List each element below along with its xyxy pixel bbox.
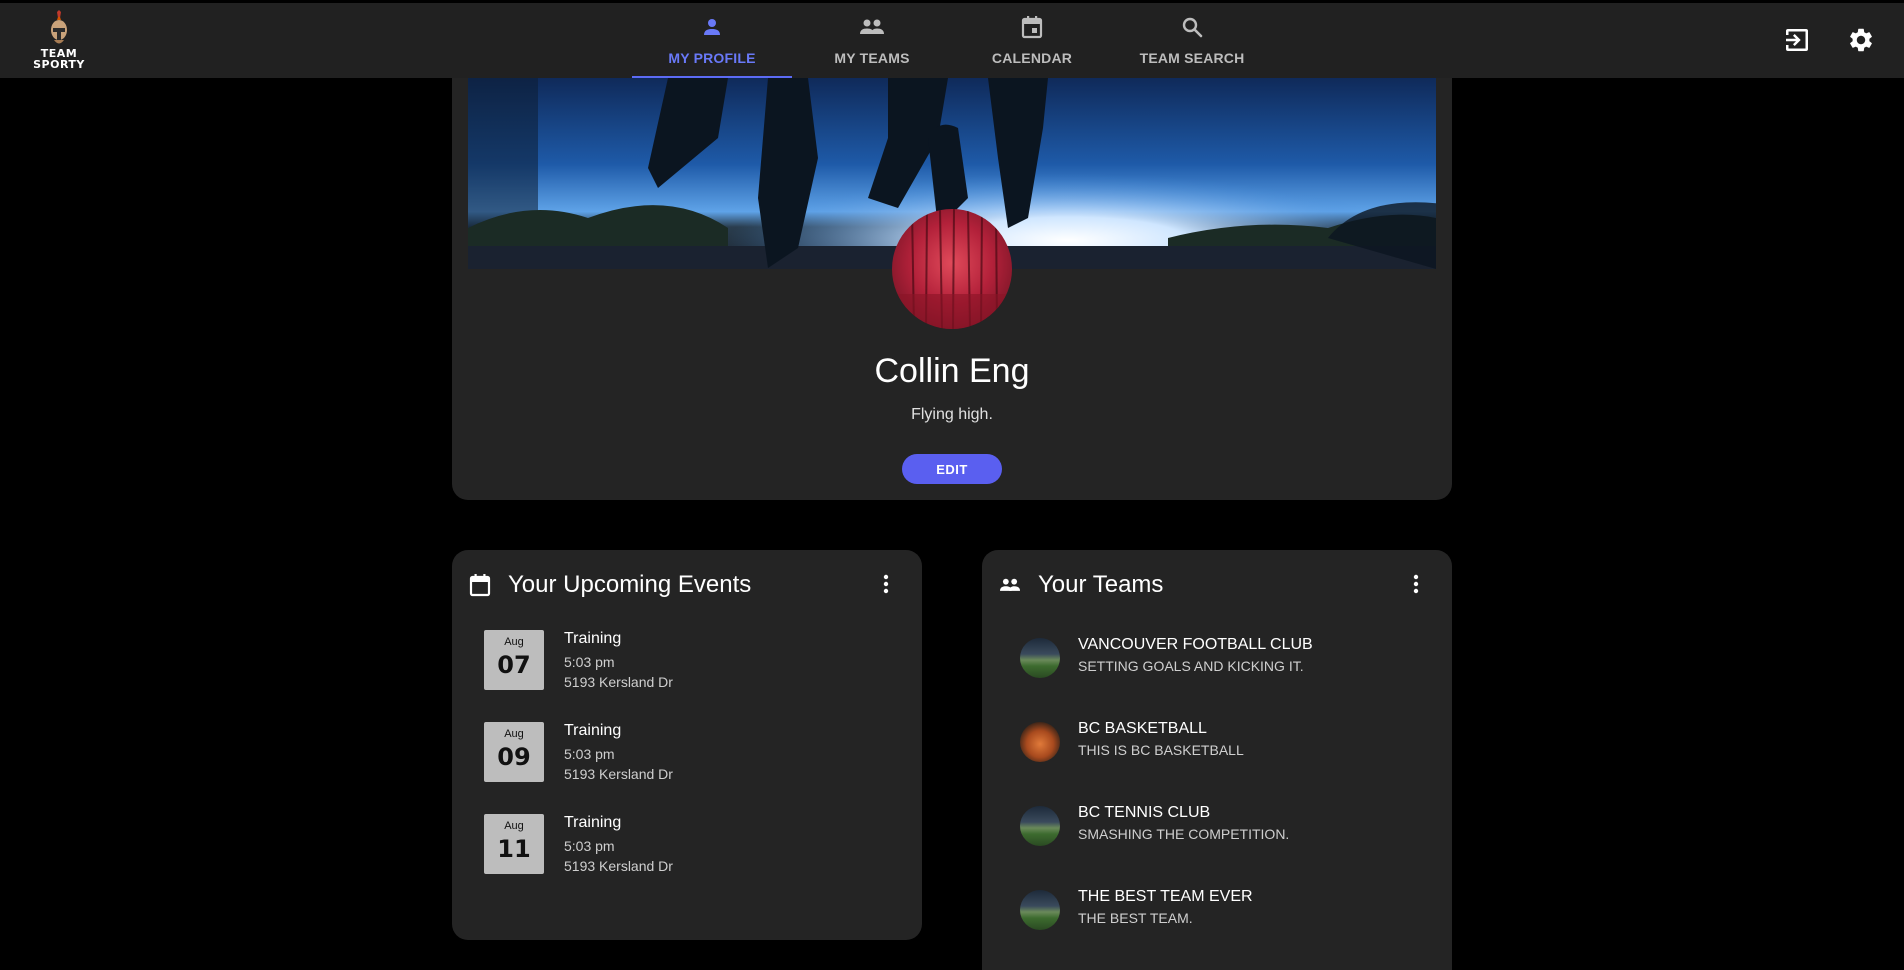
event-day: 07 <box>497 651 531 679</box>
event-time: 5:03 pm <box>564 654 615 670</box>
team-list-item[interactable]: BC TENNIS CLUB SMASHING THE COMPETITION. <box>1020 804 1420 854</box>
card-title: Your Upcoming Events <box>508 571 752 598</box>
calendar-icon <box>1018 13 1046 41</box>
team-description: THIS IS BC BASKETBALL <box>1078 742 1244 758</box>
event-day: 11 <box>497 835 531 863</box>
nav-label: CALENDAR <box>991 50 1073 66</box>
nav-team-search[interactable]: TEAM SEARCH <box>1112 3 1272 78</box>
card-header: Your Teams <box>998 570 1436 600</box>
event-location: 5193 Kersland Dr <box>564 858 673 874</box>
profile-name: Collin Eng <box>874 352 1030 390</box>
event-month: Aug <box>504 820 524 832</box>
nav-calendar[interactable]: CALENDAR <box>952 3 1112 78</box>
person-icon <box>698 13 726 41</box>
event-day: 09 <box>497 743 531 771</box>
team-name: BC TENNIS CLUB <box>1078 804 1211 821</box>
search-icon <box>1178 13 1206 41</box>
logout-icon[interactable] <box>1782 25 1812 55</box>
more-vert-icon[interactable] <box>874 572 898 596</box>
gear-icon[interactable] <box>1846 25 1876 55</box>
team-name: THE BEST TEAM EVER <box>1078 888 1253 905</box>
event-title: Training <box>564 814 622 831</box>
team-name: BC BASKETBALL <box>1078 720 1207 737</box>
event-item[interactable]: Aug 07 Training 5:03 pm 5193 Kersland Dr <box>484 630 904 692</box>
nav-label: MY TEAMS <box>834 50 910 66</box>
event-title: Training <box>564 630 622 647</box>
top-app-bar: TEAM SPORTY MY PROFILE MY TEAMS CALENDAR <box>0 3 1904 78</box>
spartan-helmet-icon <box>51 10 67 44</box>
team-avatar <box>1020 638 1060 678</box>
event-item[interactable]: Aug 09 Training 5:03 pm 5193 Kersland Dr <box>484 722 904 784</box>
event-time: 5:03 pm <box>564 838 615 854</box>
team-name: VANCOUVER FOOTBALL CLUB <box>1078 636 1313 653</box>
team-description: SETTING GOALS AND KICKING IT. <box>1078 658 1304 674</box>
team-list-item[interactable]: VANCOUVER FOOTBALL CLUB SETTING GOALS AN… <box>1020 636 1420 686</box>
team-avatar <box>1020 722 1060 762</box>
profile-avatar[interactable] <box>892 209 1012 329</box>
group-icon <box>858 13 886 41</box>
upcoming-events-card: Your Upcoming Events Aug 07 Training 5:0… <box>452 550 922 940</box>
card-header: Your Upcoming Events <box>468 570 906 600</box>
team-list-item[interactable]: BC BASKETBALL THIS IS BC BASKETBALL <box>1020 720 1420 770</box>
event-item[interactable]: Aug 11 Training 5:03 pm 5193 Kersland Dr <box>484 814 904 876</box>
event-month: Aug <box>504 636 524 648</box>
team-list-item[interactable]: THE BEST TEAM EVER THE BEST TEAM. <box>1020 888 1420 938</box>
event-time: 5:03 pm <box>564 746 615 762</box>
nav-my-teams[interactable]: MY TEAMS <box>792 3 952 78</box>
event-date-box: Aug 09 <box>484 722 544 782</box>
main-nav: MY PROFILE MY TEAMS CALENDAR TEAM SEARCH <box>632 3 1272 78</box>
nav-my-profile[interactable]: MY PROFILE <box>632 3 792 78</box>
calendar-icon <box>468 573 492 597</box>
more-vert-icon[interactable] <box>1404 572 1428 596</box>
profile-card: Collin Eng Flying high. EDIT <box>452 78 1452 500</box>
your-teams-card: Your Teams VANCOUVER FOOTBALL CLUB SETTI… <box>982 550 1452 970</box>
top-actions <box>1782 25 1876 55</box>
card-title: Your Teams <box>1038 571 1164 598</box>
event-location: 5193 Kersland Dr <box>564 674 673 690</box>
app-logo[interactable]: TEAM SPORTY <box>32 10 86 76</box>
event-title: Training <box>564 722 622 739</box>
nav-label: TEAM SEARCH <box>1139 50 1245 66</box>
team-avatar <box>1020 890 1060 930</box>
edit-profile-button[interactable]: EDIT <box>902 454 1002 484</box>
logo-text-line2: SPORTY <box>33 58 85 71</box>
profile-bio: Flying high. <box>911 406 993 423</box>
group-icon <box>998 573 1022 597</box>
team-avatar <box>1020 806 1060 846</box>
event-date-box: Aug 07 <box>484 630 544 690</box>
event-date-box: Aug 11 <box>484 814 544 874</box>
team-description: SMASHING THE COMPETITION. <box>1078 826 1290 842</box>
team-description: THE BEST TEAM. <box>1078 910 1193 926</box>
nav-label: MY PROFILE <box>668 50 756 66</box>
event-month: Aug <box>504 728 524 740</box>
event-location: 5193 Kersland Dr <box>564 766 673 782</box>
